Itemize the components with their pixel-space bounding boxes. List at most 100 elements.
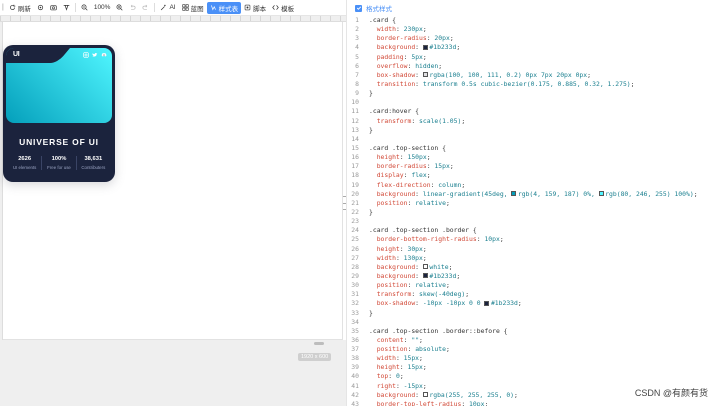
line-number: 38 (351, 354, 359, 363)
code-line[interactable]: 21 position: relative; (347, 199, 720, 208)
code-line[interactable]: 29 background: #1b233d; (347, 272, 720, 281)
color-swatch[interactable] (422, 72, 428, 78)
code-line[interactable]: 10 (347, 98, 720, 107)
code-line[interactable]: 34 (347, 318, 720, 327)
color-swatch[interactable] (422, 264, 428, 270)
code-line[interactable]: 4 background: #1b233d; (347, 43, 720, 52)
instagram-icon[interactable] (83, 52, 89, 58)
code-line[interactable]: 12 transform: scale(1.05); (347, 117, 720, 126)
stylesheet-tab[interactable]: 样式表 (206, 1, 242, 14)
script-tab[interactable]: 脚本 (241, 2, 269, 14)
code-line[interactable]: 24 .card .top-section .border { (347, 226, 720, 235)
code-line[interactable]: 14 (347, 135, 720, 144)
code-line[interactable]: 3 border-radius: 20px; (347, 34, 720, 43)
code-line[interactable]: 9} (347, 89, 720, 98)
code-token: ; (456, 43, 461, 52)
color-swatch[interactable] (484, 300, 490, 306)
code-line[interactable]: 19 flex-direction: column; (347, 181, 720, 190)
code-line[interactable]: 1 .card { (347, 16, 720, 25)
layout-button[interactable]: 蓝图 (179, 2, 207, 14)
code-line[interactable]: 36 content: ""; (347, 336, 720, 345)
line-number: 10 (351, 98, 359, 107)
code-line[interactable]: 5 padding: 5px; (347, 53, 720, 62)
code-line[interactable]: 13} (347, 126, 720, 135)
code-line[interactable]: 22} (347, 208, 720, 217)
code-line[interactable]: 26 height: 30px; (347, 245, 720, 254)
code-token: relative (415, 198, 446, 207)
code-line[interactable]: 40 top: 0; (347, 372, 720, 381)
code-line[interactable]: 37 position: absolute; (347, 345, 720, 354)
line-number: 24 (351, 226, 359, 235)
format-button[interactable] (60, 2, 73, 14)
color-swatch[interactable] (422, 392, 428, 398)
code-line[interactable]: 30 position: relative; (347, 281, 720, 290)
line-number: 15 (351, 143, 359, 152)
color-swatch[interactable] (422, 44, 428, 50)
code-line[interactable]: 35 .card .top-section .border::before { (347, 327, 720, 336)
code-token: ; (630, 79, 635, 88)
code-line[interactable]: 38 width: 15px; (347, 354, 720, 363)
code-line[interactable]: 20 background: linear-gradient(45deg, rg… (347, 190, 720, 199)
universe-card[interactable]: UI UNIVERSE OF UI 2626 UI elements 100% … (3, 45, 115, 182)
code-line[interactable]: 27 width: 130px; (347, 254, 720, 263)
ai-button[interactable]: AI (157, 2, 178, 14)
zoom-out-button[interactable] (78, 2, 91, 14)
horizontal-scrollbar[interactable] (314, 342, 324, 345)
zoom-in-button[interactable] (113, 2, 126, 14)
code-line[interactable]: 23 (347, 217, 720, 226)
code-token: rgba(100, 100, 111, 0.2) 0px 7px 20px 0p… (429, 70, 588, 79)
code-line[interactable]: 28 background: white; (347, 263, 720, 272)
discord-icon[interactable] (101, 52, 107, 58)
code-token: : (411, 116, 420, 125)
line-text: position: absolute; (369, 345, 720, 354)
code-line[interactable]: 11 .card:hover { (347, 107, 720, 116)
code-line[interactable]: 33} (347, 309, 720, 318)
code-line[interactable]: 8 transition: transform 0.5s cubic-bezie… (347, 80, 720, 89)
code-token: border-top-left-radius (369, 399, 462, 406)
code-token: : (415, 79, 423, 88)
format-style-checkbox[interactable] (355, 4, 362, 12)
canvas-size-badge[interactable]: 1920 x 600 (298, 353, 332, 361)
refresh-button[interactable]: 刷新 (6, 2, 34, 14)
undo-icon (131, 4, 136, 10)
code-line[interactable]: 6 overflow: hidden; (347, 62, 720, 71)
code-line[interactable]: 25 border-bottom-right-radius: 10px; (347, 235, 720, 244)
code-line[interactable]: 15 .card .top-section { (347, 144, 720, 153)
code-line[interactable]: 16 height: 150px; (347, 153, 720, 162)
code-token: top (369, 372, 389, 381)
code-token: 10px (469, 399, 485, 406)
code-line[interactable]: 32 box-shadow: -10px -10px 0 0 #1b233d; (347, 299, 720, 308)
code-line[interactable]: 7 box-shadow: rgba(100, 100, 111, 0.2) 0… (347, 71, 720, 80)
code-token: : (415, 43, 423, 52)
undo-button[interactable] (126, 2, 139, 14)
code-line[interactable]: 18 display: flex; (347, 171, 720, 180)
css-editor-panel[interactable]: 格式样式 1 .card {2 width: 230px; 3 border-rad… (346, 0, 720, 406)
code-line[interactable]: 31 transform: skew(-40deg); (347, 290, 720, 299)
stat-value: 38,631 (84, 156, 103, 162)
settings-button[interactable] (34, 2, 47, 14)
code-line[interactable]: 43 border-top-left-radius: 10px; (347, 400, 720, 406)
template-tab[interactable]: 模板 (269, 2, 297, 14)
code-editor[interactable]: 1 .card {2 width: 230px; 3 border-radius: … (347, 16, 720, 406)
code-line[interactable]: 2 width: 230px; (347, 25, 720, 34)
line-number: 41 (351, 381, 359, 390)
line-text: border-bottom-right-radius: 10px; (369, 235, 720, 244)
line-number: 23 (351, 217, 359, 226)
redo-button[interactable] (139, 2, 152, 14)
code-token: flex (411, 171, 427, 180)
layout-label: 蓝图 (190, 5, 204, 13)
screenshot-button[interactable] (47, 2, 60, 14)
line-number: 2 (355, 25, 359, 34)
code-token: .card:hover { (369, 107, 420, 116)
twitter-icon[interactable] (92, 52, 98, 58)
color-swatch[interactable] (598, 191, 604, 197)
code-token: ; (461, 116, 466, 125)
line-text: background: #1b233d; (369, 43, 720, 52)
line-number: 28 (351, 262, 359, 271)
color-swatch[interactable] (511, 191, 517, 197)
code-line[interactable]: 17 border-radius: 15px; (347, 162, 720, 171)
color-swatch[interactable] (422, 273, 428, 279)
code-line[interactable]: 39 height: 15px; (347, 363, 720, 372)
script-icon (244, 4, 251, 11)
code-token: ; (693, 189, 698, 198)
